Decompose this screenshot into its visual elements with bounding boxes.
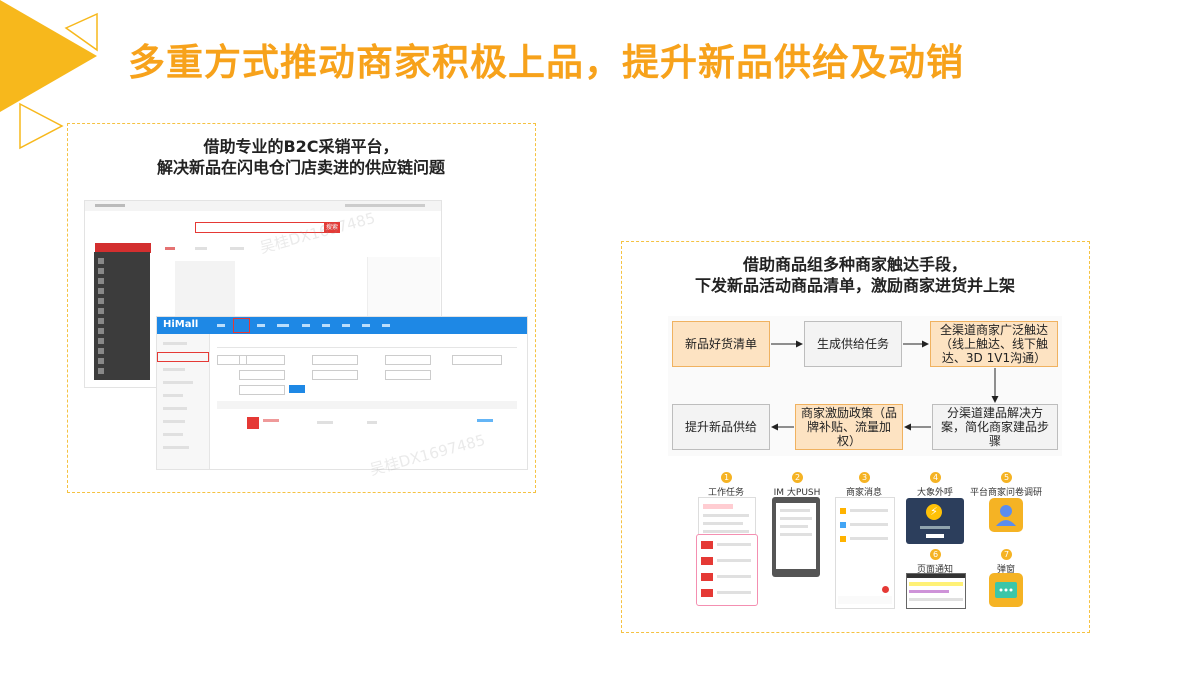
page-notice-screenshot bbox=[906, 573, 966, 609]
survey-app-icon bbox=[989, 498, 1023, 532]
message-window-icon bbox=[995, 582, 1017, 598]
left-panel: 借助专业的B2C采销平台， 解决新品在闪电仓门店卖进的供应链问题 搜索 HiMa… bbox=[67, 123, 536, 493]
channel-number: 4 bbox=[930, 472, 941, 483]
left-caption: 借助专业的B2C采销平台， 解决新品在闪电仓门店卖进的供应链问题 bbox=[68, 136, 534, 178]
category-sidebar bbox=[94, 252, 150, 380]
channel-number: 5 bbox=[1001, 472, 1012, 483]
lightning-icon: ⚡ bbox=[926, 504, 942, 520]
page-title: 多重方式推动商家积极上品，提升新品供给及动销 bbox=[128, 41, 964, 84]
channel-number: 3 bbox=[859, 472, 870, 483]
im-push-screenshot bbox=[772, 497, 820, 577]
channel-number: 1 bbox=[721, 472, 732, 483]
left-caption-line1: 借助专业的B2C采销平台， bbox=[203, 137, 399, 156]
flow-arrows bbox=[771, 340, 999, 431]
channel-number: 2 bbox=[792, 472, 803, 483]
himall-logo: HiMall bbox=[163, 319, 199, 330]
channel-number: 7 bbox=[1001, 549, 1012, 560]
product-thumbnail bbox=[247, 417, 259, 429]
sidebar-active-item[interactable] bbox=[157, 352, 209, 362]
right-panel: 借助商品组多种商家触达手段， 下发新品活动商品清单，激励商家进货并上架 新品好货… bbox=[621, 241, 1090, 633]
channel-label: 平台商家问卷调研 bbox=[969, 488, 1042, 498]
query-button[interactable] bbox=[289, 385, 305, 393]
admin-sidebar bbox=[157, 334, 210, 469]
active-nav-tab[interactable] bbox=[233, 318, 250, 333]
merchant-message-screenshot bbox=[835, 497, 895, 609]
himall-navbar: HiMall bbox=[157, 317, 527, 334]
popup-app-icon bbox=[989, 573, 1023, 607]
channel-number: 6 bbox=[930, 549, 941, 560]
voice-call-screenshot: ⚡ bbox=[906, 498, 964, 544]
left-caption-line2: 解决新品在闪电仓门店卖进的供应链问题 bbox=[156, 158, 445, 177]
user-icon bbox=[996, 505, 1016, 526]
task-card-popup bbox=[696, 534, 758, 606]
channel-label: 大象外呼 bbox=[916, 488, 953, 498]
